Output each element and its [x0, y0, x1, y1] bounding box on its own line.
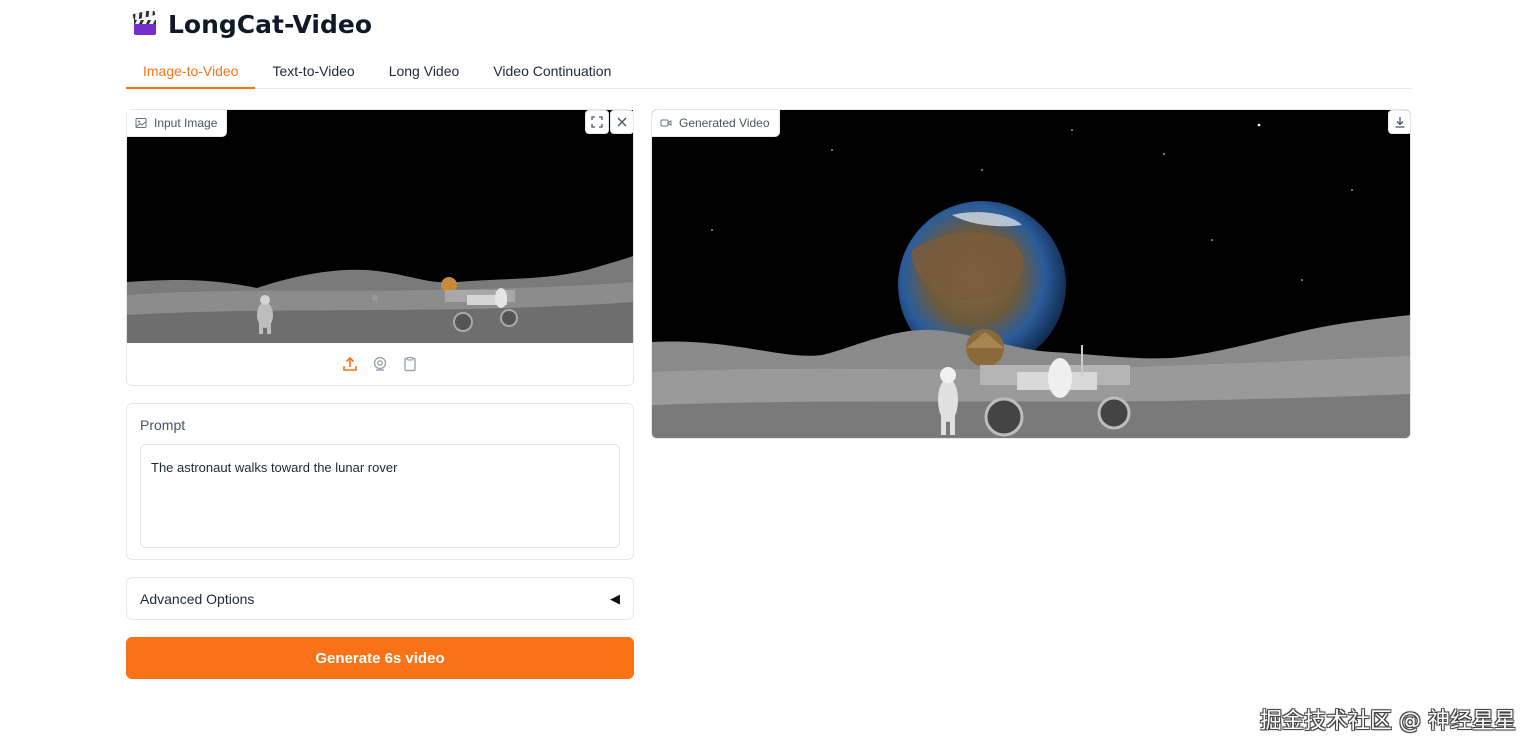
fullscreen-icon — [591, 116, 603, 128]
app-header: LongCat-Video — [132, 6, 372, 42]
paste-button[interactable] — [401, 355, 419, 373]
close-icon — [617, 117, 627, 127]
prompt-label: Prompt — [140, 417, 186, 433]
input-image-label: Input Image — [127, 110, 228, 137]
image-source-toolbar — [127, 343, 633, 385]
generated-video-player[interactable] — [652, 110, 1410, 438]
prompt-panel: Prompt The astronaut walks toward the lu… — [126, 403, 634, 560]
clear-image-button[interactable] — [610, 110, 634, 134]
download-button[interactable] — [1388, 110, 1410, 134]
tab-text-to-video[interactable]: Text-to-Video — [255, 56, 371, 89]
download-icon — [1395, 117, 1405, 128]
clapperboard-icon — [132, 11, 156, 35]
generated-video-label: Generated Video — [652, 110, 780, 137]
app-title: LongCat-Video — [168, 9, 373, 39]
advanced-options-label: Advanced Options — [140, 590, 255, 607]
video-camera-icon — [660, 119, 672, 127]
mode-tabs: Image-to-Video Text-to-Video Long Video … — [126, 56, 1411, 89]
clipboard-icon — [404, 356, 416, 372]
advanced-options-accordion[interactable]: Advanced Options ◀ — [126, 577, 634, 620]
tab-image-to-video[interactable]: Image-to-Video — [126, 56, 256, 89]
tab-video-continuation[interactable]: Video Continuation — [476, 56, 628, 89]
caret-left-icon: ◀ — [610, 590, 620, 606]
generate-button[interactable]: Generate 6s video — [126, 637, 634, 679]
prompt-textarea[interactable]: The astronaut walks toward the lunar rov… — [140, 444, 620, 548]
input-image-panel: Input Image — [126, 109, 634, 386]
input-image-preview — [127, 110, 633, 343]
webcam-icon — [373, 356, 387, 371]
image-icon — [135, 118, 147, 128]
fullscreen-button[interactable] — [585, 110, 609, 134]
generated-video-panel: Generated Video — [651, 109, 1411, 439]
webcam-button[interactable] — [371, 355, 389, 373]
tab-long-video[interactable]: Long Video — [372, 56, 477, 89]
input-image-label-text: Input Image — [154, 116, 218, 130]
watermark-text: 掘金技术社区 @ 神经星星 — [1260, 709, 1516, 734]
generated-video-label-text: Generated Video — [679, 116, 770, 130]
upload-icon — [343, 356, 357, 371]
upload-button[interactable] — [341, 355, 359, 373]
